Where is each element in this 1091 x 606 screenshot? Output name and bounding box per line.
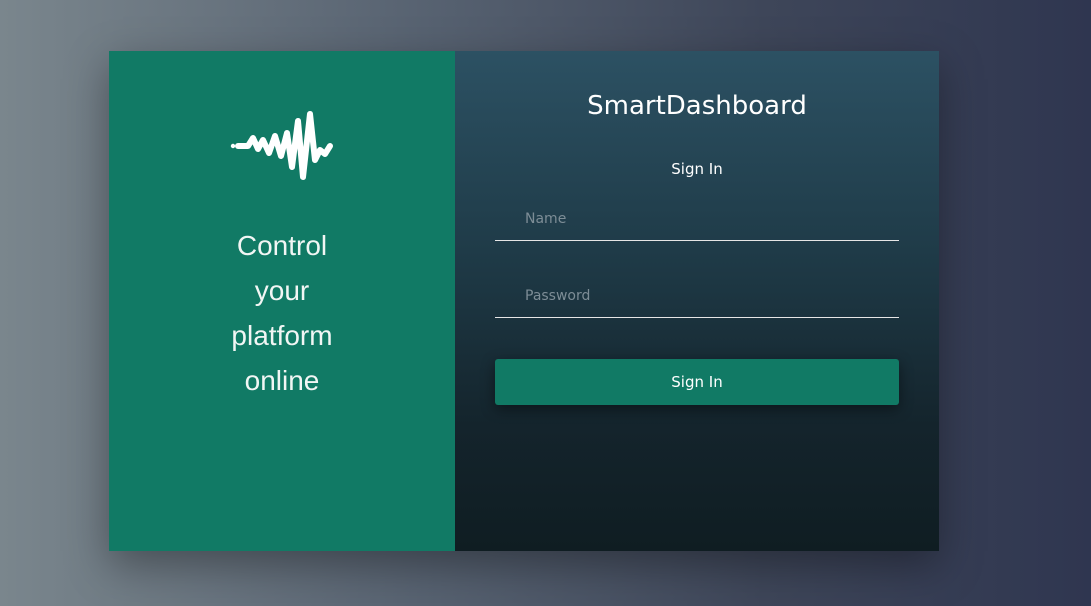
form-heading: Sign In — [671, 160, 723, 178]
sign-in-button[interactable]: Sign In — [495, 359, 899, 405]
password-input[interactable] — [495, 274, 899, 318]
sign-in-panel: SmartDashboard Sign In Sign In — [455, 51, 939, 551]
tagline: Control your platform online — [231, 230, 333, 396]
name-input[interactable] — [495, 197, 899, 241]
app-title: SmartDashboard — [587, 91, 807, 121]
login-card: Control your platform online SmartDashbo… — [109, 51, 939, 551]
waveform-icon — [230, 111, 333, 180]
brand-panel: Control your platform online — [109, 51, 455, 551]
